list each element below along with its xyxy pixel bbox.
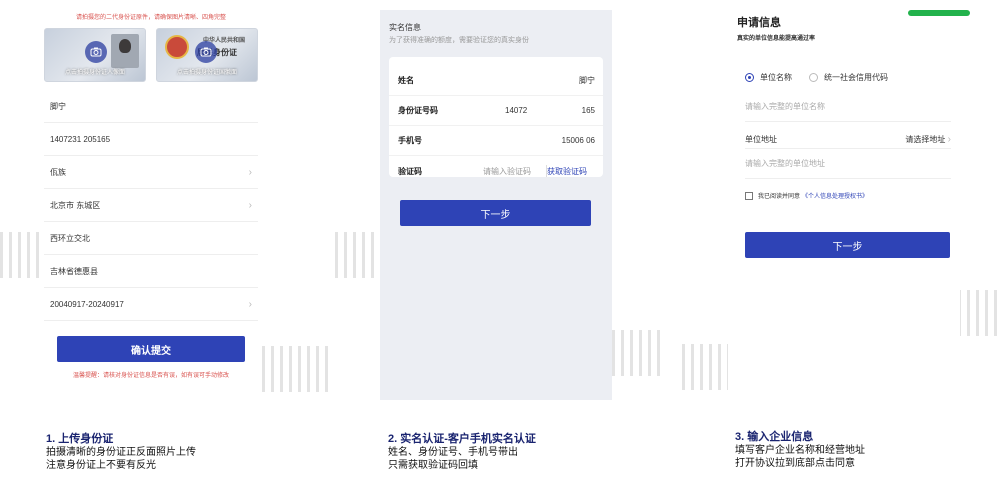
field-name[interactable]: 脚宁 [44,90,258,123]
company-type-radio-group: 单位名称 统一社会信用代码 [745,72,888,83]
code-row: 验证码 请输入验证码 获取验证码 [389,156,603,186]
phone-value: 15006 06 [561,136,595,145]
confirm-submit-button[interactable]: 确认提交 [57,336,245,362]
national-emblem-icon [165,35,189,59]
id-card-back-upload[interactable]: 中华人民共和国 居民身份证 点击拍摄身份证国徽面 [156,28,258,82]
name-row: 姓名 脚宁 [389,66,603,96]
section-title: 实名信息 [389,23,421,32]
field-validity[interactable]: 20040917-20240917 › [44,288,258,321]
name-value: 脚宁 [579,76,595,85]
step-caption: 1. 上传身份证 拍摄清晰的身份证正反面照片上传 注意身份证上不要有反光 [46,433,196,472]
name-label: 姓名 [398,76,414,85]
caption-line: 注意身份证上不要有反光 [46,460,156,471]
review-hint: 温馨提醒：请核对身份证信息是否有误，如有误可手动修改 [72,373,229,379]
company-name-input[interactable]: 请输入完整的单位名称 [745,101,825,112]
step-caption: 2. 实名认证-客户手机实名认证 姓名、身份证号、手机号带出 只需获取验证码回填 [388,433,536,472]
caption-heading: 1. 上传身份证 [46,433,114,445]
section-subtitle: 为了获得准确的额度，需要验证您的真实身份 [389,37,529,44]
decorative-stripes [682,344,732,390]
field-id-number[interactable]: 1407231 205165 [44,123,258,156]
caption-line: 填写客户企业名称和经营地址 [735,445,865,456]
id-value-start: 14072 [505,106,528,115]
camera-icon[interactable] [85,41,107,63]
portrait-photo [111,34,139,68]
verification-panel: 实名信息 为了获得准确的额度，需要验证您的真实身份 姓名 脚宁 身份证号码 14… [380,10,612,400]
radio-icon [745,73,754,82]
code-label: 验证码 [398,166,422,176]
caption-heading: 3. 输入企业信息 [735,431,814,443]
caption-heading: 2. 实名认证-客户手机实名认证 [388,433,536,445]
chevron-right-icon: › [248,199,252,211]
address-label: 单位地址 [745,135,777,144]
phone-row: 手机号 15006 06 [389,126,603,156]
authorization-link[interactable]: 《个人信息处理授权书》 [802,191,868,200]
divider [745,148,951,149]
caption-line: 打开协议拉到底部点击同意 [735,458,855,469]
field-region[interactable]: 北京市 东城区 › [44,189,258,222]
field-value: 吉林省德惠县 [50,266,98,276]
field-value: 20040917-20240917 [50,299,124,309]
checkbox-icon[interactable] [745,191,753,200]
id-value-end: 165 [581,106,595,115]
caption-line: 只需获取验证码回填 [388,460,478,471]
decorative-stripes [612,330,662,376]
caption-line: 拍摄清晰的身份证正反面照片上传 [46,447,196,458]
id-card-front-upload[interactable]: 点击拍摄身份证人像面 [44,28,146,82]
radio-icon [809,73,818,82]
divider [745,178,951,179]
code-input[interactable]: 请输入验证码 [483,166,531,177]
company-info-panel: 申请信息 真实的单位信息能提高通过率 单位名称 统一社会信用代码 请输入完整的单… [728,0,970,414]
radio-label: 单位名称 [760,73,792,82]
next-step-button[interactable]: 下一步 [745,232,950,258]
next-step-button[interactable]: 下一步 [400,200,591,226]
field-value: 北京市 东城区 [50,200,101,210]
id-label: 身份证号码 [398,106,438,115]
field-value: 1407231 205165 [50,134,111,144]
field-value: 佤族 [50,167,66,177]
field-value: 脚宁 [50,101,66,111]
back-card-label: 点击拍摄身份证国徽面 [176,70,237,76]
decorative-stripes [262,346,332,392]
section-title: 申请信息 [737,17,781,29]
chevron-right-icon: › [947,134,951,145]
decorative-stripes [958,290,1000,336]
verification-card: 姓名 脚宁 身份证号码 14072 165 手机号 15006 06 验证码 请… [389,57,603,177]
upload-hint: 请拍摄您的二代身份证原件，请确保图片清晰、四角完整 [75,15,226,21]
camera-icon[interactable] [195,41,217,63]
field-ethnicity[interactable]: 佤族 › [44,156,258,189]
company-address-input[interactable]: 请输入完整的单位地址 [745,158,825,169]
address-select[interactable]: 请选择地址 › [905,134,951,145]
step-caption: 3. 输入企业信息 填写客户企业名称和经营地址 打开协议拉到底部点击同意 [735,431,865,470]
decorative-stripes [335,232,383,278]
radio-label: 统一社会信用代码 [824,73,888,82]
status-bar [908,10,970,16]
section-subtitle: 真实的单位信息能提高通过率 [737,36,816,42]
chevron-right-icon: › [248,166,252,178]
phone-label: 手机号 [398,136,422,145]
agreement-row: 我已阅读并同意 《个人信息处理授权书》 [745,191,868,200]
radio-company-name[interactable]: 单位名称 [745,72,792,83]
radio-credit-code[interactable]: 统一社会信用代码 [809,72,888,83]
field-value: 西环立交北 [50,233,90,243]
address-select-label: 请选择地址 [905,135,946,144]
caption-line: 姓名、身份证号、手机号带出 [388,447,518,458]
chevron-right-icon: › [248,298,252,310]
field-address[interactable]: 西环立交北 [44,222,258,255]
id-row: 身份证号码 14072 165 [389,96,603,126]
agree-text: 我已阅读并同意 [758,194,801,200]
get-code-link[interactable]: 获取验证码 [547,166,587,177]
field-issuing-authority[interactable]: 吉林省德惠县 [44,255,258,288]
front-card-label: 点击拍摄身份证人像面 [64,70,125,76]
upload-id-panel: 请拍摄您的二代身份证原件，请确保图片清晰、四角完整 点击拍摄身份证人像面 中华人… [44,0,258,392]
divider [745,121,951,122]
